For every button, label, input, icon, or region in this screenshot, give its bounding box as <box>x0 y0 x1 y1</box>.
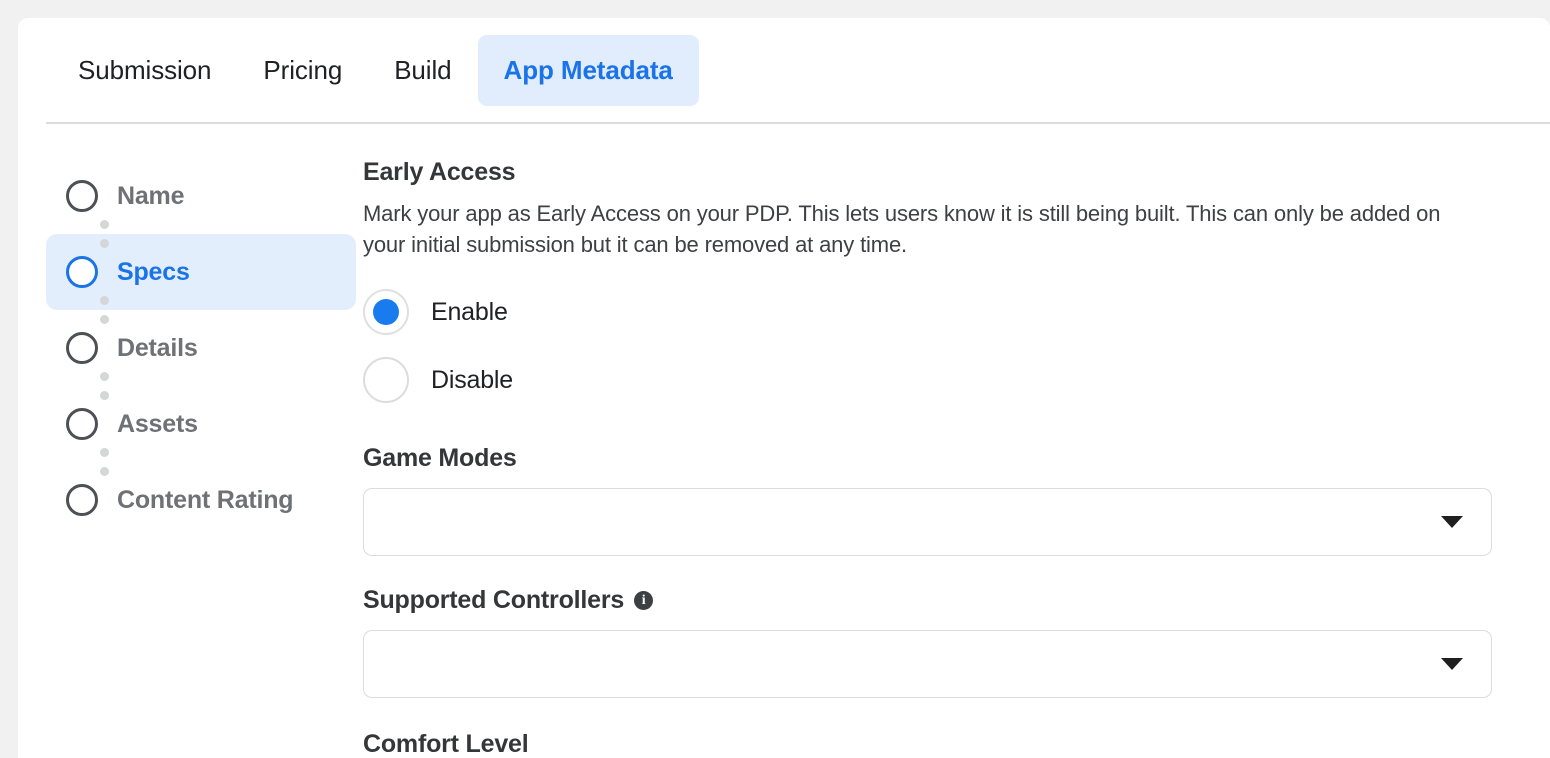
sidebar-item-label: Name <box>117 181 185 210</box>
specs-stepper-nav: Name Specs Details Assets Content Rating <box>46 158 356 538</box>
sidebar-item-label: Details <box>117 333 198 362</box>
step-circle-icon <box>66 180 98 212</box>
tab-submission[interactable]: Submission <box>52 35 237 106</box>
game-modes-field: Game Modes <box>363 444 1550 556</box>
tab-bar-divider <box>46 122 1550 124</box>
early-access-description: Mark your app as Early Access on your PD… <box>363 201 1441 257</box>
info-icon[interactable]: i <box>634 591 654 610</box>
comfort-level-title: Comfort Level <box>363 730 529 758</box>
sidebar-item-label: Specs <box>117 257 190 286</box>
sidebar-item-content-rating[interactable]: Content Rating <box>46 462 356 538</box>
sidebar-item-details[interactable]: Details <box>46 310 356 386</box>
step-circle-icon <box>66 256 98 288</box>
supported-controllers-label: Supported Controllers <box>363 586 625 614</box>
sidebar-item-label: Content Rating <box>117 485 294 514</box>
radio-enable-indicator[interactable] <box>363 289 409 335</box>
game-modes-title: Game Modes <box>363 444 517 472</box>
radio-enable[interactable]: Enable <box>363 278 1550 346</box>
supported-controllers-field: Supported Controllers i <box>363 586 1550 698</box>
early-access-radio-group: Enable Disable <box>363 278 1550 414</box>
tab-build[interactable]: Build <box>368 35 477 106</box>
radio-selected-dot-icon <box>373 299 399 325</box>
supported-controllers-select[interactable] <box>363 630 1492 698</box>
radio-disable-indicator[interactable] <box>363 357 409 403</box>
tab-app-metadata[interactable]: App Metadata <box>477 34 699 106</box>
tab-pricing[interactable]: Pricing <box>237 35 368 106</box>
radio-disable-label: Disable <box>431 365 513 394</box>
game-modes-select[interactable] <box>363 488 1492 556</box>
supported-controllers-title: Supported Controllers i <box>363 586 1550 615</box>
chevron-down-icon <box>1441 516 1463 528</box>
sidebar-item-assets[interactable]: Assets <box>46 386 356 462</box>
radio-enable-label: Enable <box>431 297 508 326</box>
tab-bar: Submission Pricing Build App Metadata <box>18 18 1550 122</box>
step-circle-icon <box>66 408 98 440</box>
sidebar-item-specs[interactable]: Specs <box>46 234 356 310</box>
early-access-title: Early Access <box>363 158 516 186</box>
radio-disable[interactable]: Disable <box>363 346 1550 414</box>
step-circle-icon <box>66 332 98 364</box>
chevron-down-icon <box>1441 658 1463 670</box>
sidebar-item-name[interactable]: Name <box>46 158 356 234</box>
sidebar-item-label: Assets <box>117 409 198 438</box>
app-metadata-card: Submission Pricing Build App Metadata Na… <box>18 18 1550 758</box>
step-circle-icon <box>66 484 98 516</box>
specs-form-panel: Early Access Mark your app as Early Acce… <box>363 158 1550 758</box>
